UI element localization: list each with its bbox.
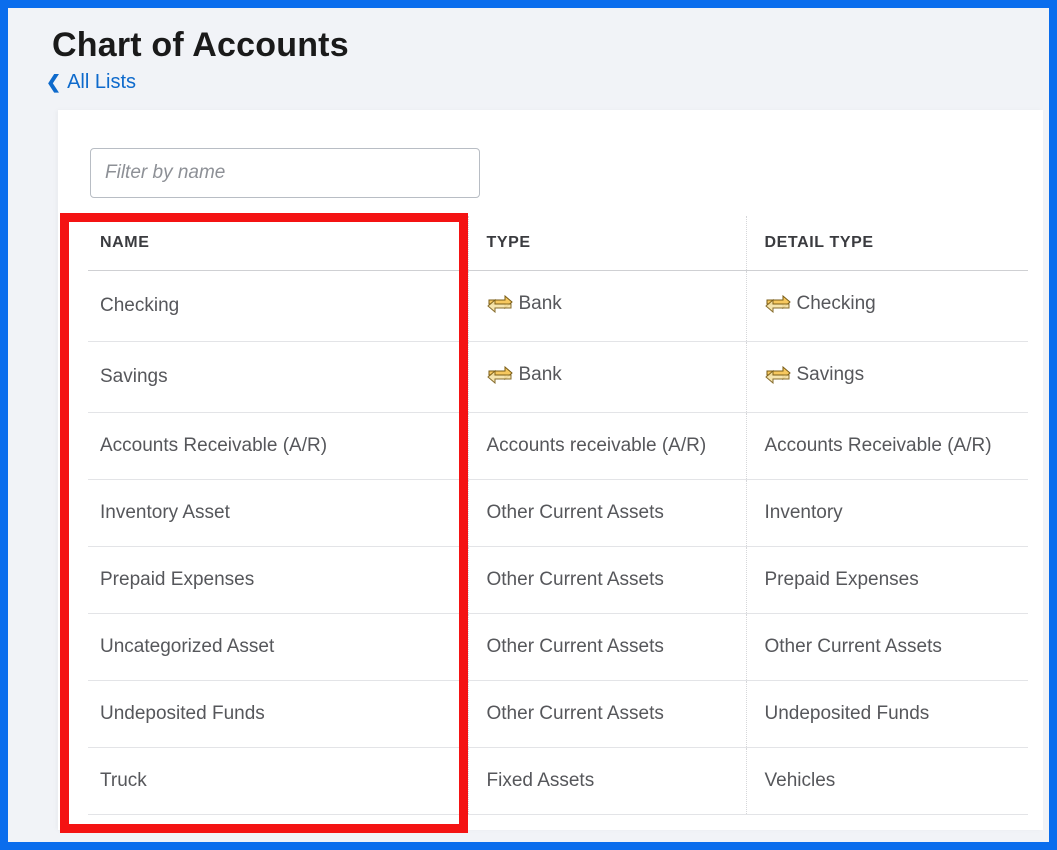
swap-arrows-icon [765, 366, 787, 384]
cell-detail-type[interactable]: Prepaid Expenses [746, 547, 1028, 614]
table-row[interactable]: TruckFixed AssetsVehicles [88, 748, 1028, 815]
table-row[interactable]: Savings Bank Savings [88, 342, 1028, 413]
cell-name[interactable]: Uncategorized Asset [88, 614, 468, 681]
filter-input[interactable] [90, 148, 480, 198]
cell-name[interactable]: Prepaid Expenses [88, 547, 468, 614]
cell-type[interactable]: Bank [468, 342, 746, 413]
cell-detail-type[interactable]: Inventory [746, 480, 1028, 547]
col-header-detail-type[interactable]: DETAIL TYPE [746, 216, 1028, 271]
cell-name[interactable]: Truck [88, 748, 468, 815]
page-header: Chart of Accounts ❮ All Lists [8, 8, 1049, 106]
col-header-type[interactable]: TYPE [468, 216, 746, 271]
swap-arrows-icon [765, 295, 787, 313]
breadcrumb-label: All Lists [67, 71, 136, 94]
table-row[interactable]: Accounts Receivable (A/R)Accounts receiv… [88, 413, 1028, 480]
page-title: Chart of Accounts [52, 26, 1049, 65]
cell-type[interactable]: Other Current Assets [468, 681, 746, 748]
cell-detail-type[interactable]: Accounts Receivable (A/R) [746, 413, 1028, 480]
table-row[interactable]: Uncategorized AssetOther Current AssetsO… [88, 614, 1028, 681]
table-row[interactable]: Checking Bank Checking [88, 271, 1028, 342]
cell-detail-label: Checking [797, 293, 876, 315]
cell-name[interactable]: Checking [88, 271, 468, 342]
table-row[interactable]: Undeposited FundsOther Current AssetsUnd… [88, 681, 1028, 748]
col-header-name[interactable]: NAME [88, 216, 468, 271]
cell-detail-type[interactable]: Undeposited Funds [746, 681, 1028, 748]
cell-detail-label: Savings [797, 364, 865, 386]
cell-type-label: Bank [519, 293, 562, 315]
table-row[interactable]: Prepaid ExpensesOther Current AssetsPrep… [88, 547, 1028, 614]
table-row[interactable]: Inventory AssetOther Current AssetsInven… [88, 480, 1028, 547]
cell-type[interactable]: Fixed Assets [468, 748, 746, 815]
cell-detail-type[interactable]: Checking [746, 271, 1028, 342]
accounts-table: NAME TYPE DETAIL TYPE CheckingBankChecki… [88, 216, 1028, 815]
cell-name[interactable]: Undeposited Funds [88, 681, 468, 748]
cell-type[interactable]: Other Current Assets [468, 547, 746, 614]
app-frame: Chart of Accounts ❮ All Lists NAME TYPE … [0, 0, 1057, 850]
filter-area [58, 148, 1043, 198]
cell-type[interactable]: Bank [468, 271, 746, 342]
cell-name[interactable]: Accounts Receivable (A/R) [88, 413, 468, 480]
cell-type[interactable]: Other Current Assets [468, 614, 746, 681]
cell-detail-type[interactable]: Vehicles [746, 748, 1028, 815]
cell-name[interactable]: Savings [88, 342, 468, 413]
cell-type[interactable]: Other Current Assets [468, 480, 746, 547]
content-panel: NAME TYPE DETAIL TYPE CheckingBankChecki… [58, 110, 1043, 830]
cell-detail-type[interactable]: Other Current Assets [746, 614, 1028, 681]
chevron-left-icon: ❮ [46, 72, 61, 93]
cell-type[interactable]: Accounts receivable (A/R) [468, 413, 746, 480]
table-header-row: NAME TYPE DETAIL TYPE [88, 216, 1028, 271]
cell-detail-type[interactable]: Savings [746, 342, 1028, 413]
swap-arrows-icon [487, 366, 509, 384]
breadcrumb-all-lists[interactable]: ❮ All Lists [46, 71, 136, 94]
swap-arrows-icon [487, 295, 509, 313]
cell-name[interactable]: Inventory Asset [88, 480, 468, 547]
cell-type-label: Bank [519, 364, 562, 386]
table-wrap: NAME TYPE DETAIL TYPE CheckingBankChecki… [58, 216, 1043, 815]
